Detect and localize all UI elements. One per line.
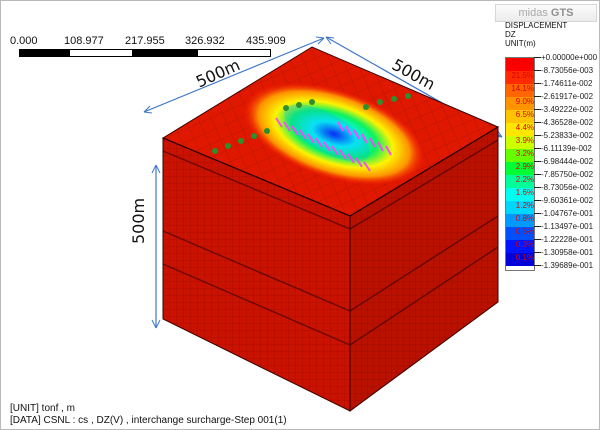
legend-tick — [534, 109, 541, 110]
legend-value: -9.60361e-002 — [541, 196, 594, 205]
legend-value: -2.61917e-002 — [541, 92, 594, 101]
legend-value: +0.00000e+000 — [541, 53, 598, 62]
legend-percent: 2.9% — [515, 162, 534, 171]
legend-percent: 3.2% — [515, 149, 534, 158]
legend-value: -6.98444e-002 — [541, 157, 594, 166]
legend-value: -5.23833e-002 — [541, 131, 594, 140]
soil-block — [161, 46, 500, 412]
legend-percent: 27.7% — [511, 58, 534, 67]
legend-percent: 3.9% — [515, 136, 534, 145]
legend-percent: 9.0% — [515, 97, 534, 106]
legend-title: DISPLACEMENT DZ UNIT(m) — [505, 21, 568, 48]
legend-tick — [534, 187, 541, 188]
footer-data: [DATA] CSNL : cs , DZ(V) , interchange s… — [10, 415, 287, 426]
legend-percent: 21.5% — [511, 71, 534, 80]
legend-tick — [534, 226, 541, 227]
legend-tick — [534, 122, 541, 123]
legend-value: -1.22228e-001 — [541, 235, 594, 244]
legend-percent: 6.5% — [515, 110, 534, 119]
legend-value: -8.73056e-002 — [541, 183, 594, 192]
legend-tick — [534, 174, 541, 175]
legend-tick — [534, 83, 541, 84]
legend-value: -1.04767e-001 — [541, 209, 594, 218]
legend-tick — [534, 239, 541, 240]
legend-value: -1.30958e-001 — [541, 248, 594, 257]
legend-tick — [534, 265, 541, 266]
legend-tick — [534, 252, 541, 253]
legend-tick — [534, 70, 541, 71]
viewport-frame: midas GTS 0.000 108.977 217.955 326.932 … — [0, 0, 600, 430]
legend-percent: 0.5% — [515, 227, 534, 236]
legend-percent: 4.4% — [515, 123, 534, 132]
legend-value: -8.73056e-003 — [541, 66, 594, 75]
legend-value: -6.11139e-002 — [541, 144, 592, 153]
legend-value: -3.49222e-002 — [541, 105, 594, 114]
legend-tick — [534, 135, 541, 136]
legend-percent: 0.1% — [515, 253, 534, 262]
legend-percent: 14.1% — [511, 84, 534, 93]
legend-percent: 0.8% — [515, 214, 534, 223]
legend-tick — [534, 148, 541, 149]
legend-value: -1.39689e-001 — [541, 261, 594, 270]
legend-percent: 0.3% — [515, 240, 534, 249]
legend-tick — [534, 200, 541, 201]
legend-tick — [534, 213, 541, 214]
legend-value: -1.13497e-001 — [541, 222, 594, 231]
legend-percent: 2.2% — [515, 175, 534, 184]
legend-tick — [534, 96, 541, 97]
displacement-legend: DISPLACEMENT DZ UNIT(m) 27.7% 21.5% 14.1% 9… — [505, 21, 599, 271]
legend-value: -4.36528e-002 — [541, 118, 594, 127]
legend-value: -1.74611e-002 — [541, 79, 593, 88]
legend-percent: 1.2% — [515, 201, 534, 210]
legend-tick — [534, 57, 541, 58]
dimension-label-left: 500m — [129, 197, 148, 244]
legend-tick — [534, 161, 541, 162]
legend-value: -7.85750e-002 — [541, 170, 594, 179]
legend-percent: 1.6% — [515, 188, 534, 197]
footer-unit: [UNIT] tonf , m — [10, 403, 76, 414]
